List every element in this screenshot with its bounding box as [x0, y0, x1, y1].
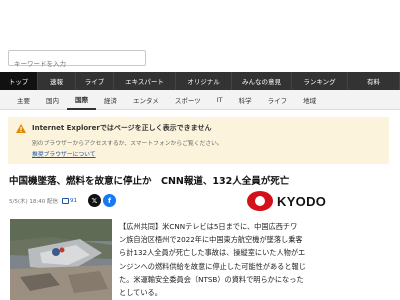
publisher-name: KYODO	[277, 193, 327, 209]
tab-sports[interactable]: スポーツ	[167, 90, 209, 110]
gnav-top[interactable]: トップ	[0, 72, 38, 90]
kyodo-mark-icon	[247, 191, 273, 211]
gnav-expert[interactable]: エキスパート	[114, 72, 176, 90]
gnav-opinions[interactable]: みんなの意見	[232, 72, 292, 90]
gnav-breaking[interactable]: 速報	[38, 72, 76, 90]
tab-science[interactable]: 科学	[231, 90, 260, 110]
warning-icon	[16, 123, 26, 133]
search-box[interactable]	[8, 50, 146, 71]
article-meta: 5/5(木) 18:40 配信 91	[9, 196, 77, 206]
publish-date: 5/5(木) 18:40 配信	[9, 199, 58, 205]
comment-icon	[62, 198, 69, 204]
browser-warning-header: Internet Explorerではページを正しく表示できません	[16, 123, 381, 133]
tab-international[interactable]: 国際	[67, 90, 96, 110]
tab-it[interactable]: IT	[209, 90, 231, 110]
article-paragraph-line: 【広州共同】米CNNテレビは5日までに、中国広西チワ	[119, 222, 298, 231]
article-paragraph-line: た。米運輸安全委員会（NTSB）の資料で明らかになった	[119, 274, 304, 284]
search-input[interactable]	[9, 57, 145, 71]
browser-warning-message: 別のブラウザーからアクセスするか、スマートフォンからご覧ください。	[32, 141, 223, 147]
article-headline: 中国機墜落、燃料を故意に停止か CNN報道、132人全員が死亡	[9, 176, 290, 187]
article-paragraph-line: ン族自治区梧州で2022年に中国東方航空機が墜落し乗客	[119, 235, 303, 245]
crash-site-image	[10, 219, 112, 300]
comment-count: 91	[70, 198, 77, 204]
article-paragraph-line: としている。	[119, 288, 162, 298]
tab-main[interactable]: 主要	[9, 90, 38, 110]
tab-local[interactable]: 地域	[295, 90, 324, 110]
header	[0, 0, 400, 71]
x-share-icon[interactable]: 𝕏	[88, 194, 101, 207]
category-nav: 主要 国内 国際 経済 エンタメ スポーツ IT 科学 ライフ 地域	[0, 90, 400, 110]
facebook-share-icon[interactable]: f	[103, 194, 116, 207]
tab-domestic[interactable]: 国内	[38, 90, 67, 110]
recommended-browsers-link[interactable]: 推奨ブラウザーについて	[16, 149, 381, 158]
article-paragraph-line: ら計132人全員が死亡した事故は、操縦室にいた人物がエ	[119, 248, 306, 258]
gnav-live[interactable]: ライブ	[76, 72, 114, 90]
browser-warning-title: Internet Explorerではページを正しく表示できません	[32, 124, 212, 132]
gnav-ranking[interactable]: ランキング	[292, 72, 348, 90]
tab-entertainment[interactable]: エンタメ	[125, 90, 167, 110]
article-body: 【広州共同】米CNNテレビは5日までに、中国広西チワ ン族自治区梧州で2022年…	[119, 220, 394, 299]
browser-warning: Internet Explorerではページを正しく表示できません 別のブラウザ…	[8, 117, 389, 164]
global-nav: トップ 速報 ライブ エキスパート オリジナル みんなの意見 ランキング 有料	[0, 72, 400, 90]
gnav-original[interactable]: オリジナル	[176, 72, 232, 90]
publisher-logo[interactable]: KYODO	[247, 191, 326, 211]
article-paragraph-line: ンジンへの燃料供給を故意に停止した可能性があると報じ	[119, 261, 306, 271]
tab-economy[interactable]: 経済	[96, 90, 125, 110]
gnav-paid[interactable]: 有料	[348, 72, 400, 90]
article-photo[interactable]	[10, 219, 112, 300]
comment-count-link[interactable]: 91	[62, 198, 77, 204]
tab-life[interactable]: ライフ	[260, 90, 296, 110]
